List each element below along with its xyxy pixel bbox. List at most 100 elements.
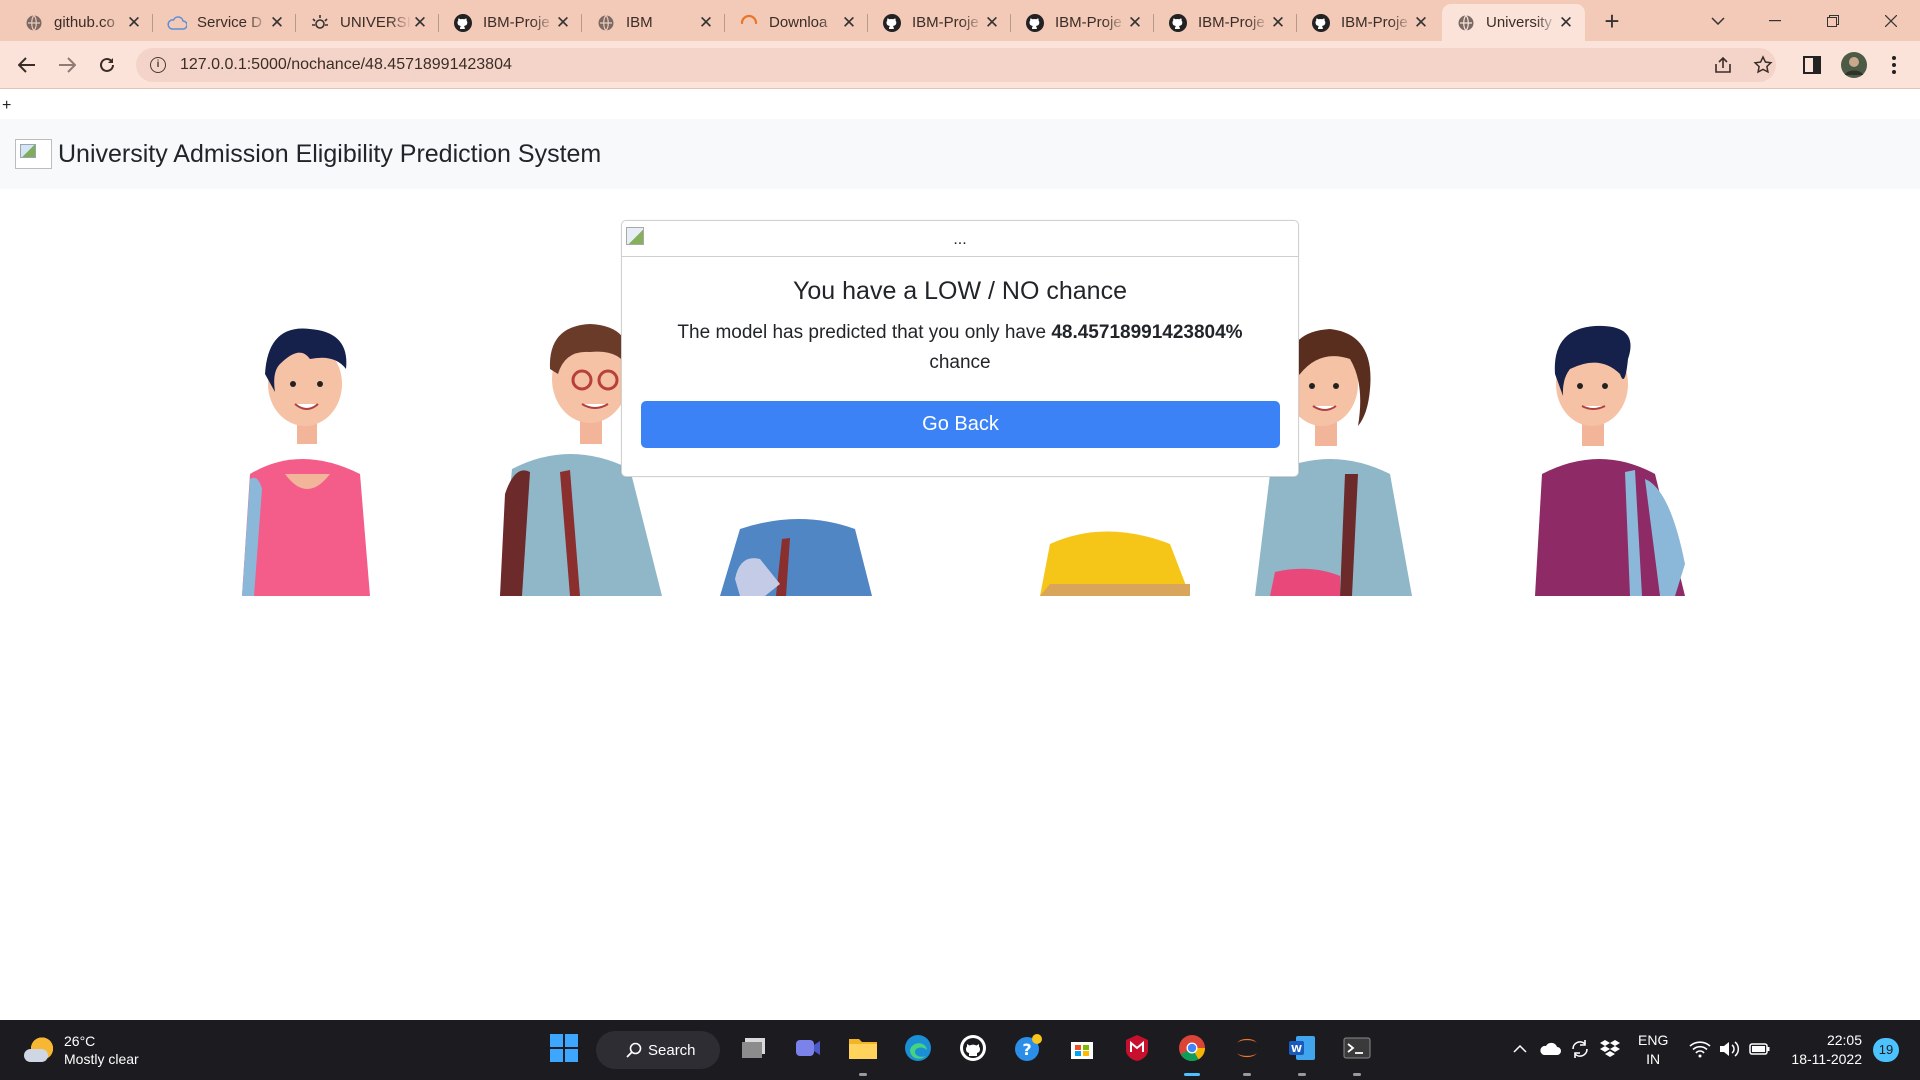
edge-icon [904, 1034, 932, 1067]
region-code: IN [1646, 1051, 1661, 1067]
terminal-icon [1343, 1036, 1371, 1065]
taskbar-search[interactable]: Search [596, 1031, 720, 1069]
show-hidden-icons-chevron-icon[interactable] [1508, 1037, 1532, 1061]
share-icon[interactable] [1711, 53, 1735, 77]
github-icon [453, 13, 473, 33]
running-indicator [1243, 1073, 1251, 1076]
terminal-button[interactable] [1337, 1030, 1377, 1076]
result-description: The model has predicted that you only ha… [652, 318, 1268, 378]
jupyter-icon [1234, 1034, 1260, 1067]
weather-condition: Mostly clear [64, 1051, 139, 1067]
dropbox-icon[interactable] [1598, 1037, 1622, 1061]
tab-github-project[interactable]: IBM-Proje ✕ [1297, 4, 1440, 41]
cloud-icon [167, 13, 187, 33]
restore-icon[interactable] [1810, 0, 1856, 41]
result-card: ... You have a LOW / NO chance The model… [621, 220, 1299, 477]
forward-arrow-icon[interactable] [51, 49, 83, 81]
language-indicator[interactable]: ENG IN [1638, 1031, 1668, 1069]
task-view-button[interactable] [734, 1030, 774, 1070]
tab-download[interactable]: Downloa ✕ [725, 4, 868, 41]
tab-close-icon[interactable]: ✕ [1269, 13, 1287, 32]
close-window-icon[interactable] [1868, 0, 1914, 41]
tab-github[interactable]: github.co ✕ [10, 4, 153, 41]
tab-search-chevron-icon[interactable] [1695, 0, 1741, 41]
tab-close-icon[interactable]: ✕ [268, 13, 286, 32]
search-icon [626, 1042, 642, 1058]
card-broken-image: ... [622, 221, 1298, 257]
tab-close-icon[interactable]: ✕ [697, 13, 715, 32]
address-bar[interactable]: i 127.0.0.1:5000/nochance/48.45718991423… [136, 48, 1776, 82]
minimize-icon[interactable] [1752, 0, 1798, 41]
svg-text:?: ? [1022, 1040, 1031, 1059]
teams-chat-button[interactable] [788, 1030, 828, 1070]
tab-close-icon[interactable]: ✕ [411, 13, 429, 32]
word-icon: W [1288, 1035, 1316, 1066]
chrome-icon [1178, 1034, 1206, 1067]
globe-icon [24, 13, 44, 33]
tab-university-ibm[interactable]: UNIVERSI ✕ [296, 4, 439, 41]
stray-plus-text: + [2, 97, 12, 114]
notification-badge[interactable]: 19 [1873, 1038, 1899, 1062]
start-button[interactable] [544, 1030, 584, 1070]
browser-toolbar: i 127.0.0.1:5000/nochance/48.45718991423… [0, 41, 1920, 89]
tab-github-project[interactable]: IBM-Proje ✕ [1154, 4, 1297, 41]
wifi-icon[interactable] [1688, 1037, 1712, 1061]
tab-github-project[interactable]: IBM-Proje ✕ [439, 4, 582, 41]
folder-icon [848, 1035, 878, 1066]
moon-cloud-icon [24, 1035, 54, 1065]
github-icon [1025, 13, 1045, 33]
new-tab-button[interactable]: + [1598, 7, 1626, 35]
tab-close-icon[interactable]: ✕ [1557, 13, 1575, 32]
side-panel-icon[interactable] [1800, 53, 1824, 77]
jupyter-button[interactable] [1227, 1030, 1267, 1076]
go-back-button[interactable]: Go Back [641, 401, 1280, 448]
microsoft-store-button[interactable] [1062, 1030, 1102, 1070]
github-desktop-button[interactable] [953, 1030, 993, 1070]
help-button[interactable]: ? [1008, 1030, 1048, 1070]
word-button[interactable]: W [1282, 1030, 1322, 1076]
reload-icon[interactable] [91, 49, 123, 81]
weather-temperature: 26°C [64, 1033, 96, 1049]
brand-name[interactable]: University Admission Eligibility Predict… [58, 140, 601, 169]
address-url[interactable]: 127.0.0.1:5000/nochance/48.4571899142380… [180, 56, 512, 74]
tab-service[interactable]: Service D ✕ [153, 4, 296, 41]
language-code: ENG [1638, 1032, 1669, 1048]
brand-logo-broken-image[interactable] [15, 139, 52, 169]
battery-icon[interactable] [1748, 1037, 1772, 1061]
result-title: You have a LOW / NO chance [793, 277, 1127, 305]
tab-close-icon[interactable]: ✕ [125, 13, 143, 32]
running-indicator [1353, 1073, 1361, 1076]
chrome-button[interactable] [1172, 1030, 1212, 1076]
help-icon: ? [1013, 1033, 1043, 1068]
tab-github-project[interactable]: IBM-Proje ✕ [1011, 4, 1154, 41]
file-explorer-button[interactable] [843, 1030, 883, 1076]
profile-avatar[interactable] [1840, 51, 1868, 79]
mcafee-button[interactable] [1117, 1030, 1157, 1070]
bookmark-star-icon[interactable] [1751, 53, 1775, 77]
tab-close-icon[interactable]: ✕ [1126, 13, 1144, 32]
menu-kebab-icon[interactable] [1882, 53, 1906, 77]
sync-icon[interactable] [1568, 1037, 1592, 1061]
store-icon [1069, 1035, 1095, 1066]
tab-close-icon[interactable]: ✕ [983, 13, 1001, 32]
tab-github-project[interactable]: IBM-Proje ✕ [868, 4, 1011, 41]
edge-button[interactable] [898, 1030, 938, 1070]
student-figure [720, 519, 872, 596]
tab-close-icon[interactable]: ✕ [554, 13, 572, 32]
system-clock[interactable]: 22:05 18-11-2022 [1786, 1031, 1862, 1069]
volume-icon[interactable] [1717, 1037, 1741, 1061]
student-figure [242, 328, 370, 596]
back-arrow-icon[interactable] [11, 49, 43, 81]
github-icon [1311, 13, 1331, 33]
onedrive-cloud-icon[interactable] [1538, 1037, 1562, 1061]
globe-icon [1456, 13, 1476, 33]
github-desktop-icon [959, 1034, 987, 1067]
tab-close-icon[interactable]: ✕ [840, 13, 858, 32]
weather-widget[interactable]: 26°C Mostly clear [24, 1032, 139, 1068]
result-text-after: chance [929, 352, 991, 373]
site-info-icon[interactable]: i [150, 57, 166, 73]
tab-ibm[interactable]: IBM ✕ [582, 4, 725, 41]
tab-close-icon[interactable]: ✕ [1412, 13, 1430, 32]
card-image-alt-text: ... [953, 231, 967, 248]
tab-university-active[interactable]: University ✕ [1442, 4, 1585, 41]
